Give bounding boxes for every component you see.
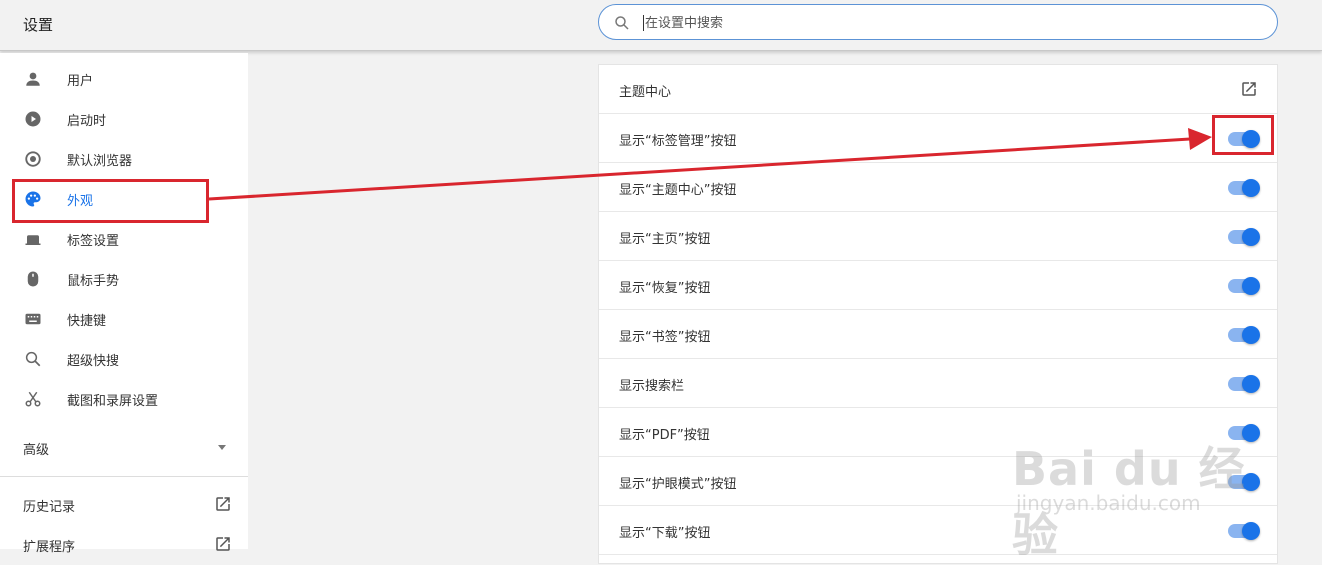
- advanced-toggle[interactable]: 高级: [0, 427, 248, 467]
- sidebar-item-label: 超级快搜: [67, 354, 120, 369]
- sidebar-item-screenshot[interactable]: 截图和录屏设置: [0, 379, 248, 419]
- settings-row-theme-center-button: 显示“主题中心”按钮: [599, 163, 1277, 212]
- sidebar-item-startup[interactable]: 启动时: [0, 99, 248, 139]
- settings-row-label: 显示“PDF”按钮: [619, 428, 710, 443]
- sidebar-link-history[interactable]: 历史记录: [0, 485, 248, 525]
- settings-row-label: 主题中心: [619, 85, 672, 100]
- sidebar-item-shortcuts[interactable]: 快捷键: [0, 299, 248, 339]
- sidebar-item-label: 鼠标手势: [67, 274, 120, 289]
- external-link-icon[interactable]: [1240, 80, 1258, 98]
- keyboard-icon: [25, 313, 41, 325]
- watermark-url: jingyan.baidu.com: [1016, 491, 1201, 515]
- toggle-knob: [1242, 277, 1260, 295]
- external-link-icon: [216, 537, 230, 551]
- settings-row-label: 显示“主页”按钮: [619, 232, 711, 247]
- divider: [0, 476, 248, 477]
- browser-icon: [25, 151, 41, 167]
- search-box[interactable]: [598, 4, 1278, 40]
- restore-button-toggle[interactable]: [1228, 277, 1260, 295]
- sidebar: 用户 启动时 默认浏览器 外观 标签设置 鼠标手势 快捷键 超级快搜 截图和录屏…: [0, 53, 248, 555]
- settings-row-label: 显示“下载”按钮: [619, 526, 711, 541]
- home-button-toggle[interactable]: [1228, 228, 1260, 246]
- header: 设置: [0, 0, 1322, 51]
- chevron-down-icon: [218, 445, 226, 450]
- settings-row-label: 显示“标签管理”按钮: [619, 134, 737, 149]
- settings-row-label: 显示“主题中心”按钮: [619, 183, 737, 198]
- annotation-box-appearance: [12, 179, 209, 223]
- power-icon: [25, 111, 41, 127]
- sidebar-item-label: 用户: [67, 74, 94, 89]
- theme-center-toggle[interactable]: [1228, 179, 1260, 197]
- toggle-knob: [1242, 326, 1260, 344]
- sidebar-item-label: 截图和录屏设置: [67, 394, 159, 409]
- settings-row-home-button: 显示“主页”按钮: [599, 212, 1277, 261]
- mouse-icon: [27, 271, 39, 287]
- advanced-label: 高级: [23, 443, 50, 458]
- search-bar-toggle[interactable]: [1228, 375, 1260, 393]
- baidu-watermark: Bai du 经验 jingyan.baidu.com: [1012, 405, 1272, 562]
- external-link-icon: [216, 497, 230, 511]
- sidebar-item-default-browser[interactable]: 默认浏览器: [0, 139, 248, 179]
- sidebar-item-user[interactable]: 用户: [0, 59, 248, 99]
- settings-row-theme-center[interactable]: 主题中心: [599, 65, 1277, 114]
- toggle-knob: [1242, 179, 1260, 197]
- page-title: 设置: [23, 16, 54, 34]
- sidebar-item-mouse-gestures[interactable]: 鼠标手势: [0, 259, 248, 299]
- settings-row-label: 显示“护眼模式”按钮: [619, 477, 737, 492]
- sidebar-item-super-search[interactable]: 超级快搜: [0, 339, 248, 379]
- tab-icon: [25, 235, 41, 245]
- sidebar-item-label: 默认浏览器: [67, 154, 133, 169]
- sidebar-link-extensions[interactable]: 扩展程序: [0, 525, 248, 565]
- sidebar-item-label: 启动时: [67, 114, 107, 129]
- search-input[interactable]: [643, 12, 1247, 34]
- settings-row-label: 显示“恢复”按钮: [619, 281, 711, 296]
- sidebar-item-label: 标签设置: [67, 234, 120, 249]
- settings-row-search-bar: 显示搜索栏: [599, 359, 1277, 408]
- settings-row-tab-manager: 显示“标签管理”按钮: [599, 114, 1277, 163]
- sidebar-item-tab-settings[interactable]: 标签设置: [0, 219, 248, 259]
- search-icon: [25, 351, 41, 367]
- scissors-icon: [25, 391, 41, 407]
- person-icon: [26, 72, 40, 86]
- settings-row-bookmarks-button: 显示“书签”按钮: [599, 310, 1277, 359]
- sidebar-link-label: 历史记录: [23, 500, 76, 515]
- annotation-box-toggle: [1212, 115, 1274, 155]
- sidebar-item-label: 快捷键: [67, 314, 107, 329]
- sidebar-link-label: 扩展程序: [23, 540, 76, 555]
- bookmarks-button-toggle[interactable]: [1228, 326, 1260, 344]
- search-icon: [615, 16, 629, 30]
- toggle-knob: [1242, 375, 1260, 393]
- settings-row-restore-button: 显示“恢复”按钮: [599, 261, 1277, 310]
- settings-row-label: 显示搜索栏: [619, 379, 685, 394]
- toggle-knob: [1242, 228, 1260, 246]
- settings-row-label: 显示“书签”按钮: [619, 330, 711, 345]
